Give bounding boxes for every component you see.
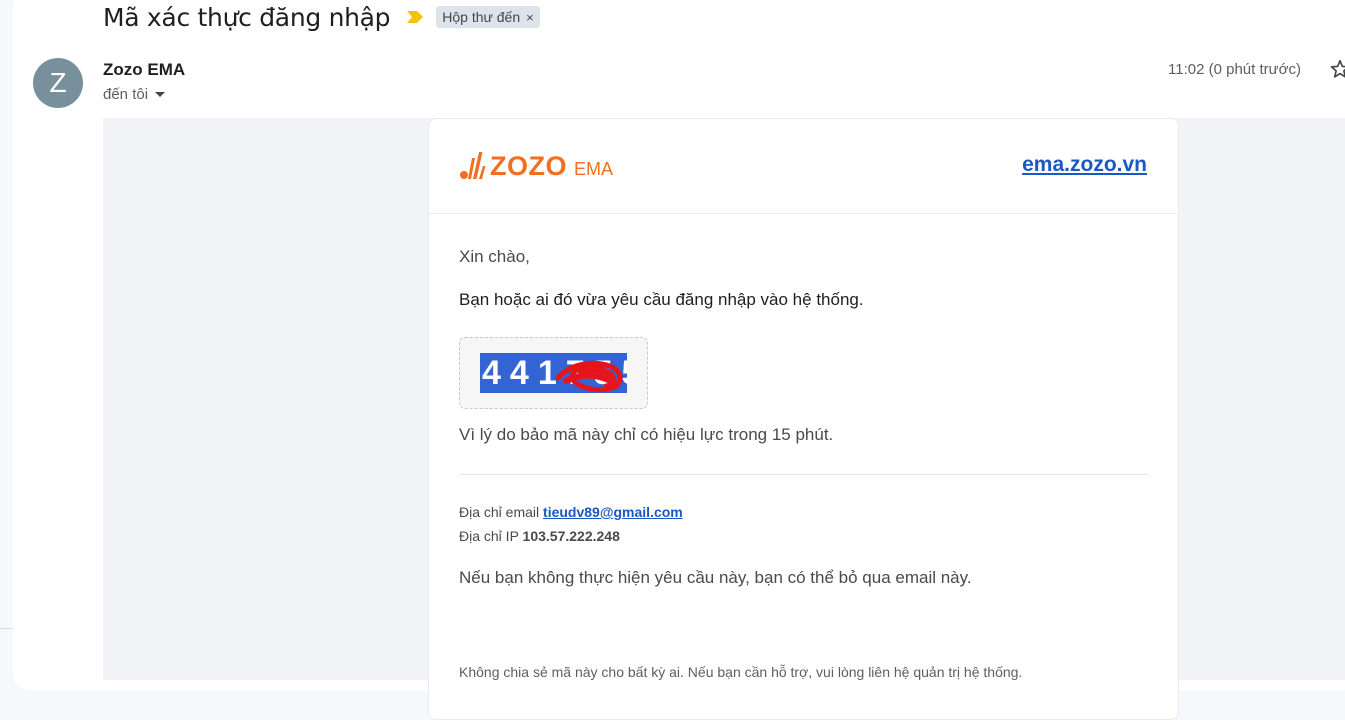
subject-row: Mã xác thực đăng nhập Hộp thư đến × [103, 0, 540, 34]
email-address-row: Địa chỉ email tieudv89@gmail.com [459, 504, 683, 520]
avatar-letter: Z [49, 67, 67, 98]
email-header: ZOZO EMA ema.zozo.vn [429, 119, 1178, 214]
zozo-logo: ZOZO EMA [459, 150, 613, 182]
inbox-label-chip[interactable]: Hộp thư đến × [436, 6, 540, 28]
ignore-note: Nếu bạn không thực hiện yêu cầu này, bạn… [459, 568, 972, 587]
verification-code-box: 441755 [459, 337, 648, 409]
inbox-label-text: Hộp thư đến [442, 9, 521, 25]
recipient-details-toggle[interactable]: đến tôi [103, 86, 166, 103]
ip-address-row: Địa chỉ IP 103.57.222.248 [459, 528, 620, 544]
star-icon[interactable] [1329, 58, 1345, 80]
email-address-label: Địa chỉ email [459, 504, 544, 520]
login-request-text: Bạn hoặc ai đó vừa yêu cầu đăng nhập vào… [459, 290, 864, 309]
ip-address-value: 103.57.222.248 [522, 528, 620, 544]
important-marker-icon[interactable] [406, 10, 424, 24]
validity-note: Vì lý do bảo mã này chỉ có hiệu lực tron… [459, 425, 834, 444]
sender-name[interactable]: Zozo EMA [103, 60, 185, 80]
website-link[interactable]: ema.zozo.vn [1022, 153, 1147, 177]
logo-brand-text: ZOZO [490, 151, 567, 181]
remove-label-icon[interactable]: × [526, 10, 534, 25]
ip-address-label: Địa chỉ IP [459, 528, 523, 544]
email-content-card: ZOZO EMA ema.zozo.vn Xin chào, Bạn hoặc … [428, 118, 1179, 720]
divider [0, 628, 13, 629]
zozo-logo-icon [460, 152, 486, 179]
verification-code[interactable]: 441755 [480, 353, 627, 393]
email-address-link[interactable]: tieudv89@gmail.com [543, 504, 683, 520]
content-divider [459, 474, 1148, 475]
greeting-text: Xin chào, [459, 247, 530, 266]
caret-down-icon [155, 92, 166, 97]
message-timestamp: 11:02 (0 phút trước) [1168, 61, 1301, 78]
security-footer-note: Không chia sẻ mã này cho bất kỳ ai. Nếu … [459, 664, 1023, 680]
sender-avatar[interactable]: Z [33, 58, 83, 108]
recipient-text: đến tôi [103, 86, 149, 103]
logo-sub-text: EMA [574, 159, 614, 179]
email-subject: Mã xác thực đăng nhập [103, 2, 391, 32]
